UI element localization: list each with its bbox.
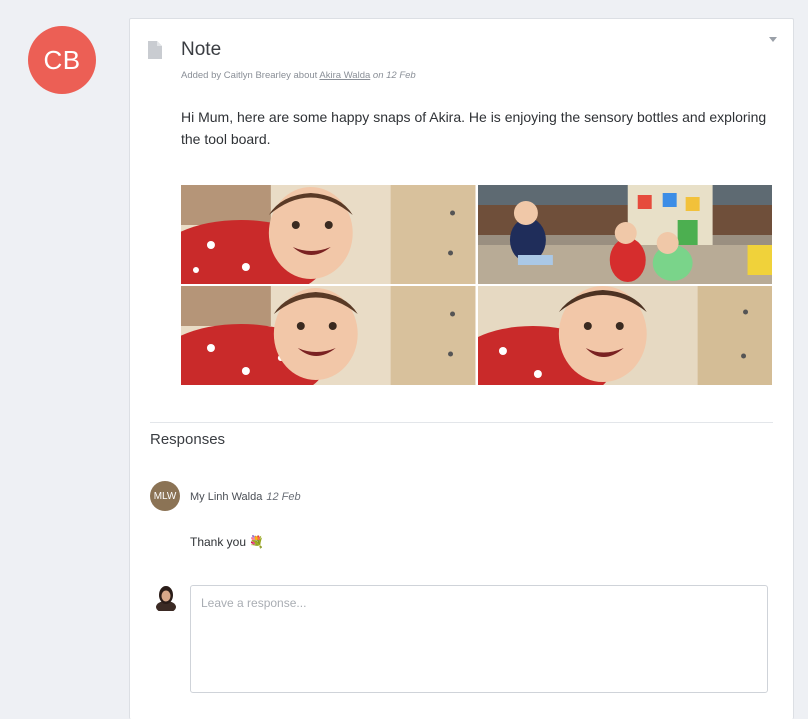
document-icon xyxy=(148,41,162,59)
current-user-avatar xyxy=(156,586,176,611)
meta-author: Caitlyn Brearley xyxy=(223,70,291,81)
child-link[interactable]: Akira Walda xyxy=(319,70,370,81)
note-body: Hi Mum, here are some happy snaps of Aki… xyxy=(181,109,767,147)
responder-name: My Linh Walda xyxy=(190,491,263,503)
divider xyxy=(150,422,773,423)
photo-baby-smiling-3[interactable] xyxy=(477,286,772,385)
meta-about: about xyxy=(293,70,318,81)
meta-added-by: Added by xyxy=(181,70,222,81)
response-input[interactable] xyxy=(190,585,768,693)
photo-children-playing[interactable] xyxy=(477,185,772,284)
avatar: MLW xyxy=(150,481,180,511)
response-text: Thank you 💐 xyxy=(190,535,264,549)
response-author: My Linh Walda 12 Feb xyxy=(190,491,301,503)
responses-heading: Responses xyxy=(150,431,226,448)
note-card: Note Added by Caitlyn Brearley about Aki… xyxy=(129,18,794,719)
response-date: 12 Feb xyxy=(266,491,301,503)
chevron-down-icon[interactable] xyxy=(769,37,777,42)
author-initials: CB xyxy=(43,44,81,75)
photo-baby-smiling-2[interactable] xyxy=(181,286,476,385)
meta-date-prefix: on xyxy=(372,70,384,81)
note-meta: Added by Caitlyn Brearley about Akira Wa… xyxy=(181,70,416,81)
bouquet-icon: 💐 xyxy=(249,535,264,549)
response-message: Thank you xyxy=(190,535,247,549)
meta-date: 12 Feb xyxy=(386,70,416,81)
photo-gallery xyxy=(181,185,772,385)
author-avatar: CB xyxy=(28,26,96,94)
note-title: Note xyxy=(181,39,222,60)
responder-initials: MLW xyxy=(153,490,177,502)
photo-baby-smiling-1[interactable] xyxy=(181,185,476,284)
